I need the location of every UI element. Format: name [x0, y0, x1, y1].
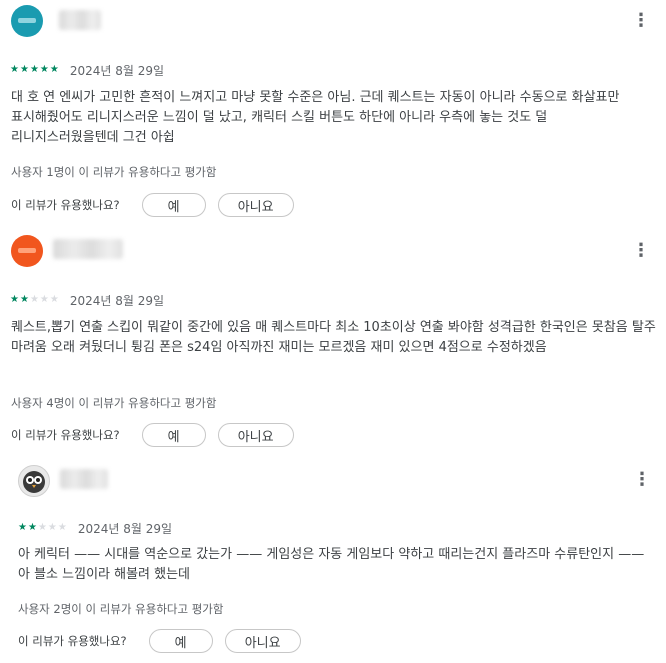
helpful-count: 사용자 2명이 이 리뷰가 유용하다고 평가함 — [18, 602, 224, 616]
star-icon: ★ — [47, 522, 57, 533]
helpful-row: 이 리뷰가 유용했나요? 예 아니요 — [11, 422, 294, 448]
star-icon: ★ — [39, 294, 49, 305]
star-icon: ★ — [57, 522, 67, 533]
star-icon: ★ — [39, 64, 49, 75]
review-date: 2024년 8월 29일 — [69, 63, 165, 78]
helpful-no-button[interactable]: 아니요 — [217, 193, 294, 217]
review-card: ⋮ ★ ★ ★ ★ ★ 2024년 8월 29일 아 케릭터 —— 시대를 역순… — [0, 450, 666, 663]
review-meta: ★ ★ ★ ★ ★ 2024년 8월 29일 — [18, 520, 172, 536]
star-icon: ★ — [29, 64, 39, 75]
more-vert-icon[interactable]: ⋮ — [629, 9, 653, 33]
star-icon: ★ — [19, 64, 29, 75]
review-meta: ★ ★ ★ ★ ★ 2024년 8월 29일 — [10, 62, 164, 78]
star-icon: ★ — [29, 294, 39, 305]
review-meta: ★ ★ ★ ★ ★ 2024년 8월 29일 — [10, 292, 164, 308]
helpful-count: 사용자 1명이 이 리뷰가 유용하다고 평가함 — [11, 165, 217, 179]
helpful-question: 이 리뷰가 유용했나요? — [11, 428, 120, 442]
more-vert-icon[interactable]: ⋮ — [629, 239, 653, 263]
review-text: 퀘스트,뽑기 연출 스킵이 뭐같이 중간에 있음 매 퀘스트마다 최소 10초이… — [11, 320, 656, 355]
helpful-question: 이 리뷰가 유용했나요? — [11, 198, 120, 212]
star-icon: ★ — [18, 522, 27, 533]
reviewer-name-redacted — [59, 10, 101, 30]
star-icon: ★ — [27, 522, 37, 533]
star-icon: ★ — [10, 294, 19, 305]
avatar — [11, 5, 43, 37]
review-text: 대 호 연 엔씨가 고민한 흔적이 느껴지고 마냥 못할 수준은 아님. 근데 … — [11, 90, 620, 145]
star-icon: ★ — [49, 294, 59, 305]
helpful-yes-button[interactable]: 예 — [141, 423, 206, 447]
star-icon: ★ — [37, 522, 47, 533]
helpful-yes-button[interactable]: 예 — [141, 193, 206, 217]
reviewer-name-redacted — [53, 239, 123, 259]
star-icon: ★ — [10, 64, 19, 75]
helpful-yes-button[interactable]: 예 — [148, 629, 213, 653]
review-text: 아 케릭터 —— 시대를 역순으로 갔는가 —— 게임성은 자동 게임보다 약하… — [18, 547, 645, 582]
review-date: 2024년 8월 29일 — [69, 293, 165, 308]
review-card: ⋮ ★ ★ ★ ★ ★ 2024년 8월 29일 대 호 연 엔씨가 고민한 흔… — [0, 0, 666, 225]
helpful-question: 이 리뷰가 유용했나요? — [18, 634, 127, 648]
helpful-no-button[interactable]: 아니요 — [224, 629, 301, 653]
avatar — [18, 465, 50, 497]
star-icon: ★ — [49, 64, 59, 75]
star-rating: ★ ★ ★ ★ ★ — [10, 65, 59, 75]
review-card: ⋮ ★ ★ ★ ★ ★ 2024년 8월 29일 퀘스트,뽑기 연출 스킵이 뭐… — [0, 225, 666, 450]
star-rating: ★ ★ ★ ★ ★ — [18, 523, 67, 533]
helpful-count: 사용자 4명이 이 리뷰가 유용하다고 평가함 — [11, 396, 217, 410]
star-icon: ★ — [19, 294, 29, 305]
helpful-row: 이 리뷰가 유용했나요? 예 아니요 — [11, 192, 294, 218]
helpful-row: 이 리뷰가 유용했나요? 예 아니요 — [18, 628, 301, 654]
review-date: 2024년 8월 29일 — [77, 521, 173, 536]
more-vert-icon[interactable]: ⋮ — [630, 468, 654, 492]
star-rating: ★ ★ ★ ★ ★ — [10, 295, 59, 305]
helpful-no-button[interactable]: 아니요 — [217, 423, 294, 447]
avatar — [11, 235, 43, 267]
owl-icon — [23, 471, 45, 493]
reviewer-name-redacted — [60, 469, 108, 489]
